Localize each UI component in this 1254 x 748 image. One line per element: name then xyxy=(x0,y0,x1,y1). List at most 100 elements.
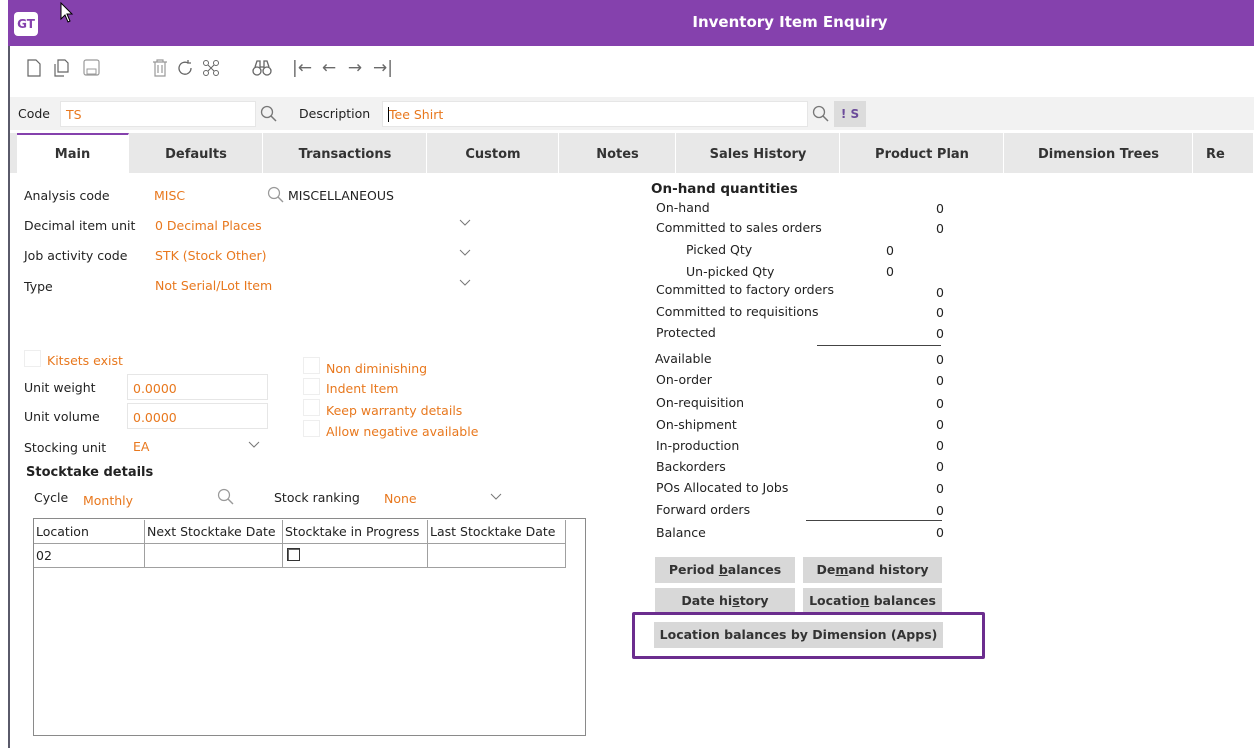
forward-orders-value: 0 xyxy=(936,503,944,518)
kitsets-checkbox[interactable] xyxy=(24,350,41,367)
decimal-unit-label: Decimal item unit xyxy=(24,218,136,233)
column-header-next-stocktake[interactable]: Next Stocktake Date xyxy=(145,520,283,544)
stock-ranking-select[interactable]: None xyxy=(378,485,512,511)
stocking-unit-select[interactable]: EA xyxy=(128,433,268,459)
on-order-label: On-order xyxy=(656,372,712,387)
grid-cell-location[interactable]: 02 xyxy=(34,544,145,568)
decimal-unit-select[interactable]: 0 Decimal Places xyxy=(149,212,485,238)
indent-item-label: Indent Item xyxy=(326,381,399,396)
link-icon[interactable] xyxy=(200,55,222,81)
unit-volume-label: Unit volume xyxy=(24,409,100,424)
tab-main[interactable]: Main xyxy=(17,133,129,173)
status-flag: ! S xyxy=(834,101,866,127)
analysis-code-description: MISCELLANEOUS xyxy=(288,188,394,203)
save-icon[interactable] xyxy=(80,55,102,81)
cycle-search-icon[interactable] xyxy=(217,488,235,509)
available-label: Available xyxy=(655,351,712,366)
next-icon[interactable]: → xyxy=(344,55,366,81)
grid-cell-last-stocktake[interactable] xyxy=(428,544,566,568)
cycle-value: Monthly xyxy=(83,493,134,508)
balance-divider xyxy=(806,520,942,521)
chevron-down-icon xyxy=(490,490,502,505)
backorders-value: 0 xyxy=(936,459,944,474)
tab-transactions[interactable]: Transactions xyxy=(264,133,427,173)
in-production-label: In-production xyxy=(656,438,740,453)
available-value: 0 xyxy=(936,352,944,367)
on-shipment-value: 0 xyxy=(936,417,944,432)
search-icon[interactable] xyxy=(260,105,278,123)
location-balances-button[interactable]: Location balances xyxy=(803,588,942,614)
onhand-value: 0 xyxy=(936,201,944,216)
analysis-search-icon[interactable] xyxy=(267,186,285,207)
type-select[interactable]: Not Serial/Lot Item xyxy=(149,272,485,298)
tab-defaults[interactable]: Defaults xyxy=(130,133,263,173)
onhand-label: On-hand xyxy=(656,200,710,215)
indent-item-checkbox[interactable] xyxy=(303,378,320,395)
balance-value: 0 xyxy=(936,525,944,540)
period-balances-button[interactable]: Period balances xyxy=(655,557,795,583)
non-diminishing-checkbox[interactable] xyxy=(303,357,320,374)
protected-label: Protected xyxy=(656,325,716,340)
first-icon[interactable]: |← xyxy=(290,55,314,81)
location-balances-by-dimension-button[interactable]: Location balances by Dimension (Apps) xyxy=(654,622,943,648)
stocktake-section-title: Stocktake details xyxy=(26,465,154,480)
chevron-down-icon xyxy=(459,246,471,261)
on-shipment-label: On-shipment xyxy=(656,417,737,432)
subtotal-divider xyxy=(817,345,941,346)
cycle-field[interactable]: Monthly xyxy=(78,486,214,512)
committed-sales-value: 0 xyxy=(936,221,944,236)
committed-factory-label: Committed to factory orders xyxy=(656,282,834,297)
grid-cell-next-stocktake[interactable] xyxy=(145,544,283,568)
text-cursor xyxy=(388,107,389,122)
pos-allocated-value: 0 xyxy=(936,481,944,496)
stock-ranking-value: None xyxy=(384,491,417,506)
analysis-code-label: Analysis code xyxy=(24,188,110,203)
delete-icon[interactable] xyxy=(150,55,170,81)
tab-notes[interactable]: Notes xyxy=(560,133,676,173)
prev-icon[interactable]: ← xyxy=(318,55,340,81)
pos-allocated-label: POs Allocated to Jobs xyxy=(656,480,789,495)
grid-cell-stocktake-in-progress[interactable] xyxy=(283,544,428,568)
last-icon[interactable]: →| xyxy=(370,55,396,81)
copy-document-icon[interactable] xyxy=(52,55,72,81)
code-field[interactable]: TS xyxy=(60,101,256,127)
description-search-icon[interactable] xyxy=(812,105,830,123)
tab-custom[interactable]: Custom xyxy=(428,133,559,173)
demand-history-button[interactable]: Demand history xyxy=(803,557,942,583)
date-history-button[interactable]: Date history xyxy=(655,588,795,614)
non-diminishing-label: Non diminishing xyxy=(326,361,428,376)
onhand-section-title: On-hand quantities xyxy=(651,181,798,197)
unit-volume-field[interactable]: 0.0000 xyxy=(127,403,268,429)
forward-orders-label: Forward orders xyxy=(656,502,751,517)
tab-sales-history[interactable]: Sales History xyxy=(677,133,840,173)
chevron-down-icon xyxy=(248,438,260,453)
description-field[interactable]: Tee Shirt xyxy=(382,101,808,127)
stocking-unit-label: Stocking unit xyxy=(24,440,107,455)
job-activity-select[interactable]: STK (Stock Other) xyxy=(149,242,485,268)
protected-value: 0 xyxy=(936,326,944,341)
unit-weight-label: Unit weight xyxy=(24,380,96,395)
tab-product-plan[interactable]: Product Plan xyxy=(841,133,1004,173)
keep-warranty-checkbox[interactable] xyxy=(303,399,320,416)
stocktake-in-progress-checkbox[interactable] xyxy=(287,548,300,561)
job-activity-label: Job activity code xyxy=(24,248,128,263)
keep-warranty-label: Keep warranty details xyxy=(326,403,463,418)
tab-dimension-trees[interactable]: Dimension Trees xyxy=(1005,133,1193,173)
cycle-label: Cycle xyxy=(34,490,69,505)
committed-requisitions-label: Committed to requisitions xyxy=(656,304,819,319)
column-header-last-stocktake[interactable]: Last Stocktake Date xyxy=(428,520,566,544)
allow-negative-checkbox[interactable] xyxy=(303,420,320,437)
refresh-icon[interactable] xyxy=(174,55,196,81)
unit-weight-field[interactable]: 0.0000 xyxy=(127,374,268,400)
decimal-unit-value: 0 Decimal Places xyxy=(155,218,262,233)
find-icon[interactable] xyxy=(250,55,274,81)
on-requisition-label: On-requisition xyxy=(656,395,745,410)
column-header-location[interactable]: Location xyxy=(34,520,145,544)
tab-overflow[interactable]: Re xyxy=(1194,133,1254,173)
column-header-stocktake-in-progress[interactable]: Stocktake in Progress xyxy=(283,520,428,544)
new-document-icon[interactable] xyxy=(24,55,44,81)
chevron-down-icon xyxy=(459,216,471,231)
analysis-code-field[interactable]: MISC xyxy=(149,182,263,208)
window-title: Inventory Item Enquiry xyxy=(692,13,888,31)
on-order-value: 0 xyxy=(936,373,944,388)
